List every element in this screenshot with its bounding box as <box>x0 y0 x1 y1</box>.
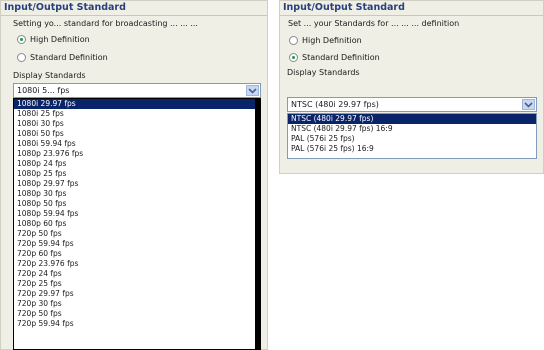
sd-radio[interactable]: Standard Definition <box>289 53 380 62</box>
combo-value: 1080i 5... fps <box>17 86 70 95</box>
radio-selected-icon <box>17 35 26 44</box>
sd-radio[interactable]: Standard Definition <box>17 53 108 62</box>
list-item[interactable]: 1080p 60 fps <box>14 219 260 229</box>
list-item[interactable]: 720p 23.976 fps <box>14 259 260 269</box>
description-text: Set ... your Standards for ... ... ... d… <box>288 19 460 28</box>
sd-radio-label: Standard Definition <box>30 53 108 62</box>
list-item[interactable]: 1080p 59.94 fps <box>14 209 260 219</box>
list-item[interactable]: 720p 29.97 fps <box>14 289 260 299</box>
radio-unselected-icon <box>289 36 298 45</box>
chevron-down-icon[interactable] <box>522 99 535 110</box>
sd-radio-label: Standard Definition <box>302 53 380 62</box>
list-item[interactable]: 1080i 30 fps <box>14 119 260 129</box>
sd-standard-panel: Input/Output Standard Set ... your Stand… <box>279 0 544 174</box>
list-item[interactable]: 720p 59.94 fps <box>14 319 260 329</box>
list-item[interactable]: 720p 30 fps <box>14 299 260 309</box>
display-standards-label: Display Standards <box>287 68 360 77</box>
display-standards-label: Display Standards <box>13 71 86 80</box>
panel-title: Input/Output Standard <box>1 1 267 16</box>
hd-radio-label: High Definition <box>30 35 90 44</box>
list-item[interactable]: 720p 60 fps <box>14 249 260 259</box>
hd-radio[interactable]: High Definition <box>289 36 362 45</box>
combo-value: NTSC (480i 29.97 fps) <box>291 100 379 109</box>
list-item[interactable]: 720p 50 fps <box>14 309 260 319</box>
display-standards-combo[interactable]: NTSC (480i 29.97 fps) <box>287 97 537 112</box>
list-item[interactable]: 1080i 25 fps <box>14 109 260 119</box>
hd-standard-panel: Input/Output Standard Setting yo... stan… <box>0 0 268 350</box>
list-item[interactable]: 1080i 59.94 fps <box>14 139 260 149</box>
list-item[interactable]: PAL (576i 25 fps) <box>288 134 536 144</box>
description-text: Setting yo... standard for broadcasting … <box>13 19 198 28</box>
list-item[interactable]: 720p 50 fps <box>14 229 260 239</box>
list-item[interactable]: 1080p 25 fps <box>14 169 260 179</box>
list-item[interactable]: 1080p 29.97 fps <box>14 179 260 189</box>
list-item[interactable]: 720p 59.94 fps <box>14 239 260 249</box>
list-item[interactable]: PAL (576i 25 fps) 16:9 <box>288 144 536 154</box>
list-item[interactable]: 1080p 30 fps <box>14 189 260 199</box>
list-item[interactable]: 1080p 24 fps <box>14 159 260 169</box>
radio-selected-icon <box>289 53 298 62</box>
list-item[interactable]: NTSC (480i 29.97 fps) <box>288 114 536 124</box>
list-item[interactable]: NTSC (480i 29.97 fps) 16:9 <box>288 124 536 134</box>
hd-radio[interactable]: High Definition <box>17 35 90 44</box>
display-standards-list[interactable]: NTSC (480i 29.97 fps) NTSC (480i 29.97 fp… <box>287 113 537 159</box>
list-scrollbar[interactable] <box>255 99 260 349</box>
panel-title: Input/Output Standard <box>280 1 543 16</box>
display-standards-combo[interactable]: 1080i 5... fps <box>13 83 261 98</box>
list-item[interactable]: 1080i 50 fps <box>14 129 260 139</box>
radio-unselected-icon <box>17 53 26 62</box>
list-item[interactable]: 1080p 23.976 fps <box>14 149 260 159</box>
chevron-down-icon[interactable] <box>246 85 259 96</box>
list-item[interactable]: 1080p 50 fps <box>14 199 260 209</box>
hd-radio-label: High Definition <box>302 36 362 45</box>
display-standards-list[interactable]: 1080i 29.97 fps 1080i 25 fps 1080i 30 fps 1… <box>13 98 261 350</box>
list-item[interactable]: 1080i 29.97 fps <box>14 99 260 109</box>
list-item[interactable]: 720p 25 fps <box>14 279 260 289</box>
list-item[interactable]: 720p 24 fps <box>14 269 260 279</box>
